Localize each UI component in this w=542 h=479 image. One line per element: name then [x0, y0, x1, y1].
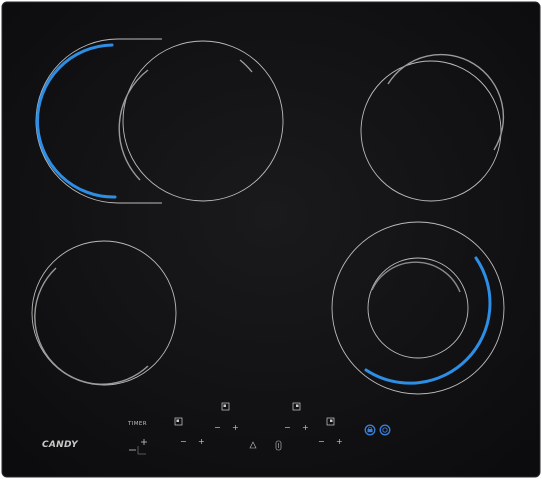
- brand-logo: CANDY: [42, 440, 79, 450]
- minus-button-2[interactable]: −: [214, 423, 221, 432]
- minus-button-1[interactable]: −: [180, 437, 187, 446]
- minus-button-3[interactable]: −: [284, 423, 291, 432]
- plus-button-3[interactable]: +: [302, 423, 309, 432]
- plus-button-2[interactable]: +: [232, 423, 239, 432]
- plus-button-4[interactable]: +: [336, 437, 343, 446]
- minus-button-4[interactable]: −: [318, 437, 325, 446]
- cooktop-hob: CANDY TIMER − + − + − + − +: [1, 1, 541, 478]
- lock-icon: [367, 429, 373, 433]
- square-dot-icon: [176, 419, 179, 422]
- plus-button-1[interactable]: +: [198, 437, 205, 446]
- square-dot-icon: [330, 419, 333, 422]
- glass-panel: [1, 1, 541, 478]
- square-dot-icon: [223, 404, 226, 407]
- square-dot-icon: [296, 404, 299, 407]
- timer-label: TIMER: [127, 421, 147, 427]
